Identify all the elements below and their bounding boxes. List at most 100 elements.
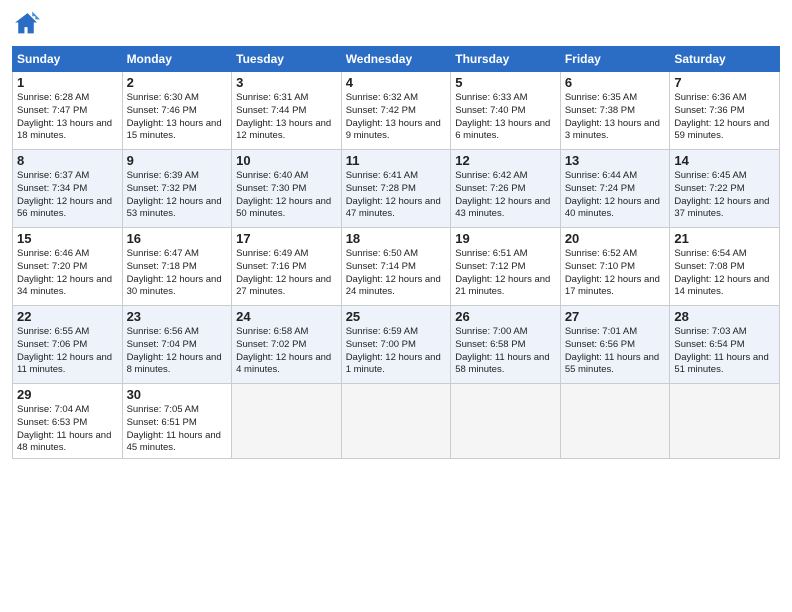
cell-content: Sunrise: 6:49 AMSunset: 7:16 PMDaylight:… <box>236 248 337 299</box>
page-header <box>12 10 780 38</box>
calendar-cell: 14Sunrise: 6:45 AMSunset: 7:22 PMDayligh… <box>670 150 780 228</box>
calendar-cell: 24Sunrise: 6:58 AMSunset: 7:02 PMDayligh… <box>232 306 342 384</box>
week-row-3: 15 Sunrise: 6:46 AMSunset: 7:20 PMDayligh… <box>13 228 780 306</box>
calendar-cell: 29 Sunrise: 7:04 AMSunset: 6:53 PMDayligh… <box>13 384 123 459</box>
cell-content: Sunrise: 7:00 AMSunset: 6:58 PMDaylight:… <box>455 326 556 377</box>
calendar-table: SundayMondayTuesdayWednesdayThursdayFrid… <box>12 46 780 459</box>
calendar-cell: 27 Sunrise: 7:01 AMSunset: 6:56 PMDayligh… <box>560 306 670 384</box>
cell-content: Sunrise: 6:31 AMSunset: 7:44 PMDaylight:… <box>236 92 337 143</box>
day-number: 22 <box>17 309 118 324</box>
calendar-cell: 4 Sunrise: 6:32 AMSunset: 7:42 PMDaylight… <box>341 72 451 150</box>
cell-content: Sunrise: 6:36 AMSunset: 7:36 PMDaylight:… <box>674 92 775 143</box>
day-number: 19 <box>455 231 556 246</box>
cell-content: Sunrise: 7:03 AMSunset: 6:54 PMDaylight:… <box>674 326 775 377</box>
day-number: 29 <box>17 387 118 402</box>
calendar-cell: 2 Sunrise: 6:30 AMSunset: 7:46 PMDaylight… <box>122 72 232 150</box>
cell-content: Sunrise: 6:51 AMSunset: 7:12 PMDaylight:… <box>455 248 556 299</box>
col-header-thursday: Thursday <box>451 47 561 72</box>
calendar-cell: 26 Sunrise: 7:00 AMSunset: 6:58 PMDayligh… <box>451 306 561 384</box>
calendar-cell <box>341 384 451 459</box>
col-header-friday: Friday <box>560 47 670 72</box>
day-number: 21 <box>674 231 775 246</box>
day-number: 30 <box>127 387 228 402</box>
calendar-cell <box>560 384 670 459</box>
day-number: 1 <box>17 75 118 90</box>
header-row: SundayMondayTuesdayWednesdayThursdayFrid… <box>13 47 780 72</box>
day-number: 10 <box>236 153 337 168</box>
col-header-monday: Monday <box>122 47 232 72</box>
cell-content: Sunrise: 6:42 AMSunset: 7:26 PMDaylight:… <box>455 170 556 221</box>
day-number: 27 <box>565 309 666 324</box>
cell-content: Sunrise: 6:33 AMSunset: 7:40 PMDaylight:… <box>455 92 556 143</box>
day-number: 24 <box>236 309 337 324</box>
cell-content: Sunrise: 7:05 AMSunset: 6:51 PMDaylight:… <box>127 404 228 455</box>
calendar-cell <box>232 384 342 459</box>
cell-content: Sunrise: 6:50 AMSunset: 7:14 PMDaylight:… <box>346 248 447 299</box>
day-number: 12 <box>455 153 556 168</box>
day-number: 3 <box>236 75 337 90</box>
cell-content: Sunrise: 6:55 AMSunset: 7:06 PMDaylight:… <box>17 326 118 377</box>
calendar-cell: 30 Sunrise: 7:05 AMSunset: 6:51 PMDayligh… <box>122 384 232 459</box>
day-number: 2 <box>127 75 228 90</box>
cell-content: Sunrise: 6:40 AMSunset: 7:30 PMDaylight:… <box>236 170 337 221</box>
calendar-cell: 22 Sunrise: 6:55 AMSunset: 7:06 PMDayligh… <box>13 306 123 384</box>
calendar-cell: 12 Sunrise: 6:42 AMSunset: 7:26 PMDayligh… <box>451 150 561 228</box>
calendar-cell: 9 Sunrise: 6:39 AMSunset: 7:32 PMDaylight… <box>122 150 232 228</box>
day-number: 9 <box>127 153 228 168</box>
day-number: 6 <box>565 75 666 90</box>
calendar-cell <box>451 384 561 459</box>
cell-content: Sunrise: 6:37 AMSunset: 7:34 PMDaylight:… <box>17 170 118 221</box>
col-header-wednesday: Wednesday <box>341 47 451 72</box>
calendar-cell: 15 Sunrise: 6:46 AMSunset: 7:20 PMDayligh… <box>13 228 123 306</box>
logo <box>12 10 44 38</box>
col-header-sunday: Sunday <box>13 47 123 72</box>
day-number: 20 <box>565 231 666 246</box>
day-number: 26 <box>455 309 556 324</box>
calendar-cell: 18 Sunrise: 6:50 AMSunset: 7:14 PMDayligh… <box>341 228 451 306</box>
cell-content: Sunrise: 6:46 AMSunset: 7:20 PMDaylight:… <box>17 248 118 299</box>
cell-content: Sunrise: 6:41 AMSunset: 7:28 PMDaylight:… <box>346 170 447 221</box>
day-number: 11 <box>346 153 447 168</box>
cell-content: Sunrise: 6:54 AMSunset: 7:08 PMDaylight:… <box>674 248 775 299</box>
day-number: 7 <box>674 75 775 90</box>
calendar-cell: 23Sunrise: 6:56 AMSunset: 7:04 PMDayligh… <box>122 306 232 384</box>
cell-content: Sunrise: 6:39 AMSunset: 7:32 PMDaylight:… <box>127 170 228 221</box>
cell-content: Sunrise: 6:32 AMSunset: 7:42 PMDaylight:… <box>346 92 447 143</box>
day-number: 15 <box>17 231 118 246</box>
day-number: 18 <box>346 231 447 246</box>
day-number: 4 <box>346 75 447 90</box>
cell-content: Sunrise: 6:52 AMSunset: 7:10 PMDaylight:… <box>565 248 666 299</box>
calendar-cell <box>670 384 780 459</box>
cell-content: Sunrise: 6:44 AMSunset: 7:24 PMDaylight:… <box>565 170 666 221</box>
calendar-cell: 16Sunrise: 6:47 AMSunset: 7:18 PMDayligh… <box>122 228 232 306</box>
calendar-cell: 1 Sunrise: 6:28 AMSunset: 7:47 PMDaylight… <box>13 72 123 150</box>
cell-content: Sunrise: 6:28 AMSunset: 7:47 PMDaylight:… <box>17 92 118 143</box>
page-container: SundayMondayTuesdayWednesdayThursdayFrid… <box>0 0 792 467</box>
cell-content: Sunrise: 6:35 AMSunset: 7:38 PMDaylight:… <box>565 92 666 143</box>
day-number: 8 <box>17 153 118 168</box>
day-number: 23 <box>127 309 228 324</box>
calendar-cell: 20 Sunrise: 6:52 AMSunset: 7:10 PMDayligh… <box>560 228 670 306</box>
cell-content: Sunrise: 7:01 AMSunset: 6:56 PMDaylight:… <box>565 326 666 377</box>
week-row-5: 29 Sunrise: 7:04 AMSunset: 6:53 PMDayligh… <box>13 384 780 459</box>
day-number: 5 <box>455 75 556 90</box>
calendar-cell: 6 Sunrise: 6:35 AMSunset: 7:38 PMDaylight… <box>560 72 670 150</box>
cell-content: Sunrise: 6:47 AMSunset: 7:18 PMDaylight:… <box>127 248 228 299</box>
cell-content: Sunrise: 6:59 AMSunset: 7:00 PMDaylight:… <box>346 326 447 377</box>
calendar-cell: 25 Sunrise: 6:59 AMSunset: 7:00 PMDayligh… <box>341 306 451 384</box>
calendar-cell: 10 Sunrise: 6:40 AMSunset: 7:30 PMDayligh… <box>232 150 342 228</box>
cell-content: Sunrise: 6:30 AMSunset: 7:46 PMDaylight:… <box>127 92 228 143</box>
calendar-cell: 21 Sunrise: 6:54 AMSunset: 7:08 PMDayligh… <box>670 228 780 306</box>
calendar-cell: 28 Sunrise: 7:03 AMSunset: 6:54 PMDayligh… <box>670 306 780 384</box>
week-row-4: 22 Sunrise: 6:55 AMSunset: 7:06 PMDayligh… <box>13 306 780 384</box>
day-number: 28 <box>674 309 775 324</box>
cell-content: Sunrise: 6:45 AMSunset: 7:22 PMDaylight:… <box>674 170 775 221</box>
col-header-tuesday: Tuesday <box>232 47 342 72</box>
week-row-1: 1 Sunrise: 6:28 AMSunset: 7:47 PMDaylight… <box>13 72 780 150</box>
day-number: 25 <box>346 309 447 324</box>
calendar-cell: 7 Sunrise: 6:36 AMSunset: 7:36 PMDaylight… <box>670 72 780 150</box>
cell-content: Sunrise: 7:04 AMSunset: 6:53 PMDaylight:… <box>17 404 118 455</box>
calendar-cell: 13Sunrise: 6:44 AMSunset: 7:24 PMDayligh… <box>560 150 670 228</box>
calendar-cell: 3 Sunrise: 6:31 AMSunset: 7:44 PMDaylight… <box>232 72 342 150</box>
calendar-cell: 5 Sunrise: 6:33 AMSunset: 7:40 PMDaylight… <box>451 72 561 150</box>
